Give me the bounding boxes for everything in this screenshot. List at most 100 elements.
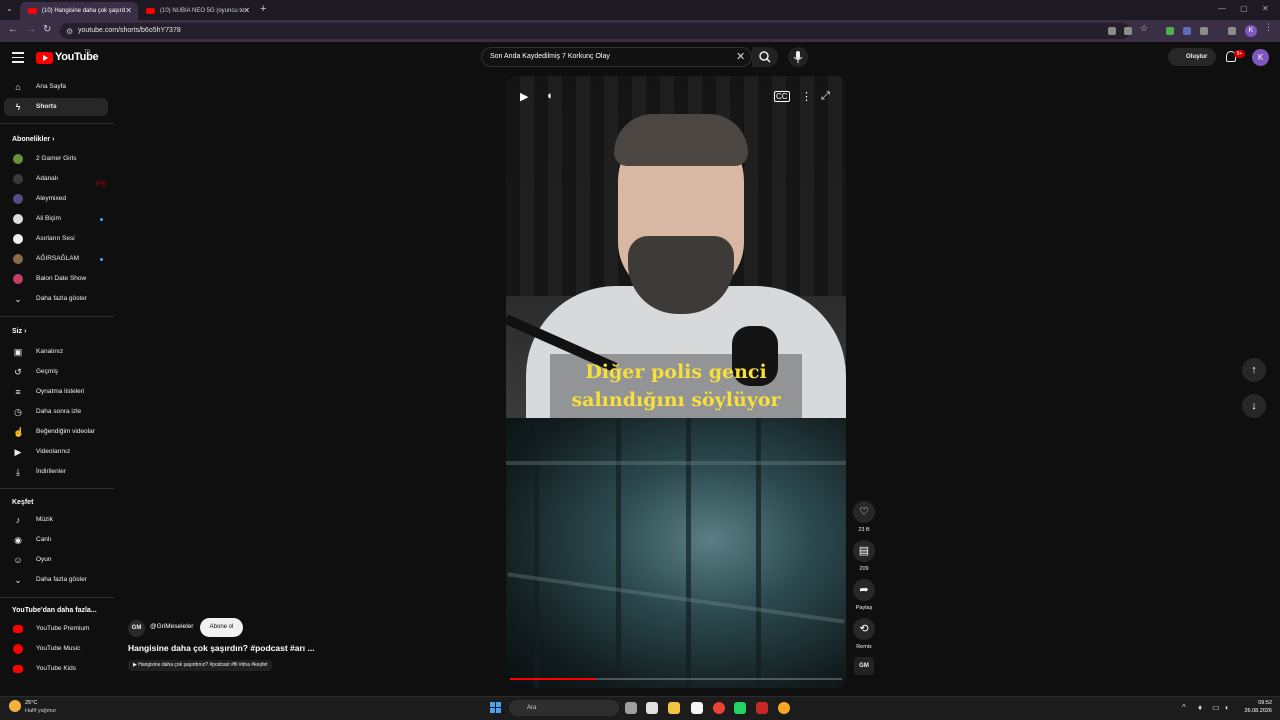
weather-description[interactable]: Hafif yağmur	[25, 708, 56, 714]
new-content-dot	[100, 218, 103, 221]
video-description-chip[interactable]: ▶ Hangisine daha çok şaşırdınız? #podcas…	[128, 660, 273, 671]
volume-tray-icon[interactable]: ◖	[1224, 703, 1229, 712]
remix-button[interactable]: ⟲	[853, 618, 875, 640]
sidebar-show-more[interactable]: ⌄ Daha fazla göster	[4, 290, 108, 308]
browser-menu-icon[interactable]: ⋮	[1264, 22, 1273, 32]
app-icon[interactable]	[756, 702, 768, 714]
close-tab-icon[interactable]: ✕	[243, 2, 250, 20]
share-button[interactable]: ➦	[853, 579, 875, 601]
bookmark-star-icon[interactable]: ☆	[1140, 23, 1148, 33]
extension-icon[interactable]	[1183, 27, 1191, 35]
url-field[interactable]: youtube.com/shorts/b6o5hY7378	[60, 23, 1130, 39]
sidebar-item-subscription[interactable]: AĞIRSAĞLAM	[4, 250, 108, 268]
microphone-tray-icon[interactable]: ♦	[1198, 703, 1202, 712]
site-info-icon[interactable]: ⚙	[66, 27, 73, 36]
channel-badge-button[interactable]: GM	[854, 657, 874, 675]
comments-button[interactable]: ▤	[853, 540, 875, 562]
search-input[interactable]: Son Anda Kaydedilmiş 7 Korkunç Olay	[481, 47, 752, 67]
network-icon[interactable]: ▭	[1212, 703, 1220, 712]
video-title[interactable]: Hangisine daha çok şaşırdın? #podcast #a…	[128, 643, 315, 653]
chrome-icon[interactable]	[713, 702, 725, 714]
subscribe-button[interactable]: Abone ol	[200, 618, 243, 637]
fullscreen-icon[interactable]: ⤢	[821, 90, 830, 103]
search-button[interactable]	[752, 47, 778, 67]
previous-video-button[interactable]: ↑	[1242, 358, 1266, 382]
sidebar-item-home[interactable]: ⌂ Ana Sayfa	[4, 78, 108, 96]
you-heading[interactable]: Siz ›	[12, 328, 26, 335]
channel-handle[interactable]: @GriMeseleler	[150, 623, 193, 630]
forward-icon[interactable]: →	[26, 24, 36, 35]
sidebar-item-subscription[interactable]: Adanalı ((•))	[4, 170, 108, 188]
tray-overflow-icon[interactable]: ^	[1182, 703, 1186, 712]
clear-search-icon[interactable]: ✕	[736, 50, 745, 63]
sidebar-item-playlists[interactable]: ≡ Oynatma listeleri	[4, 383, 108, 401]
clock-time[interactable]: 09:52	[1240, 700, 1272, 706]
clock-icon: ◷	[14, 407, 22, 417]
prison-bar	[506, 461, 846, 465]
close-window-icon[interactable]: ✕	[1262, 4, 1269, 13]
sidebar-item-shorts[interactable]: ϟ Shorts	[4, 98, 108, 116]
extension-icon[interactable]	[1200, 27, 1208, 35]
app-icon[interactable]	[778, 702, 790, 714]
volume-icon[interactable]: ◖	[546, 90, 553, 102]
extension-icon[interactable]	[1166, 27, 1174, 35]
subscriptions-heading[interactable]: Abonelikler ›	[12, 136, 54, 143]
sidebar-item-music[interactable]: ♪ Müzik	[4, 511, 108, 529]
sidebar-item-youtube-premium[interactable]: YouTube Premium	[4, 620, 108, 638]
shorts-video-player[interactable]: Diğer polis genci salındığını söylüyor ▶…	[506, 76, 846, 688]
extensions-puzzle-icon[interactable]	[1228, 27, 1236, 35]
cast-icon[interactable]	[1108, 27, 1116, 35]
account-avatar[interactable]: K	[1252, 49, 1269, 66]
sidebar-item-history[interactable]: ↺ Geçmiş	[4, 363, 108, 381]
clock-date[interactable]: 26.08.2026	[1240, 708, 1272, 714]
windows-start-icon[interactable]	[490, 702, 502, 714]
play-icon[interactable]: ▶	[520, 90, 528, 103]
sidebar-show-more[interactable]: ⌄ Daha fazla göster	[4, 571, 108, 589]
sidebar-item-youtube-music[interactable]: YouTube Music	[4, 640, 108, 658]
close-tab-icon[interactable]: ✕	[125, 2, 132, 20]
like-button[interactable]: ♡	[853, 501, 875, 523]
browser-tab-active[interactable]: (10) Hangisine daha çok şaşırd ✕	[20, 2, 138, 20]
widgets-icon[interactable]	[646, 702, 658, 714]
tab-list-icon[interactable]: ⌄	[6, 4, 13, 13]
notepad-icon[interactable]	[691, 702, 703, 714]
sidebar-item-watch-later[interactable]: ◷ Daha sonra izle	[4, 403, 108, 421]
create-button[interactable]: Oluştur	[1168, 48, 1216, 66]
extension-icon[interactable]	[1124, 27, 1132, 35]
reload-icon[interactable]: ↻	[43, 24, 51, 35]
sidebar-item-gaming[interactable]: ☺ Oyun	[4, 551, 108, 569]
sidebar-item-subscription[interactable]: Balon Date Show	[4, 270, 108, 288]
video-progress-fill	[510, 678, 597, 680]
taskbar-search[interactable]: Ara	[509, 700, 619, 716]
weather-temperature[interactable]: 25°C	[25, 700, 37, 706]
sidebar-item-youtube-kids[interactable]: YouTube Kids	[4, 660, 108, 678]
channel-avatar[interactable]: GM	[128, 620, 145, 637]
sidebar-item-subscription[interactable]: Aleymixed	[4, 190, 108, 208]
sidebar-item-subscription[interactable]: Ali Biçim	[4, 210, 108, 228]
next-video-button[interactable]: ↓	[1242, 394, 1266, 418]
sidebar-item-liked-videos[interactable]: ☝ Beğendiğim videolar	[4, 423, 108, 441]
whatsapp-icon[interactable]	[734, 702, 746, 714]
task-view-icon[interactable]	[625, 702, 637, 714]
more-options-icon[interactable]: ⋮	[801, 90, 812, 103]
sidebar-divider	[0, 123, 114, 124]
youtube-kids-icon	[13, 665, 23, 673]
back-icon[interactable]: ←	[8, 24, 18, 35]
menu-icon[interactable]	[12, 52, 24, 63]
closed-captions-icon[interactable]: CC	[774, 91, 790, 102]
browser-tab[interactable]: (10) NUBIA NEO 5G (oyuncu te ✕	[138, 2, 256, 20]
sidebar-item-downloads[interactable]: ⤓ İndirilenler	[4, 463, 108, 481]
file-explorer-icon[interactable]	[668, 702, 680, 714]
maximize-icon[interactable]: ▢	[1240, 4, 1248, 13]
weather-icon[interactable]	[9, 700, 21, 712]
sidebar-item-subscription[interactable]: Asırların Sesi	[4, 230, 108, 248]
sidebar-item-your-channel[interactable]: ▣ Kanalınız	[4, 343, 108, 361]
minimize-icon[interactable]: —	[1218, 4, 1226, 13]
sidebar-item-live[interactable]: ◉ Canlı	[4, 531, 108, 549]
new-tab-button[interactable]: +	[260, 3, 266, 15]
chevron-down-icon: ⌄	[14, 575, 22, 585]
sidebar-item-subscription[interactable]: 2 Gamer Girls	[4, 150, 108, 168]
voice-search-button[interactable]	[788, 47, 808, 67]
browser-profile-avatar[interactable]: K	[1245, 25, 1257, 37]
sidebar-item-your-videos[interactable]: ▶ Videolarınız	[4, 443, 108, 461]
